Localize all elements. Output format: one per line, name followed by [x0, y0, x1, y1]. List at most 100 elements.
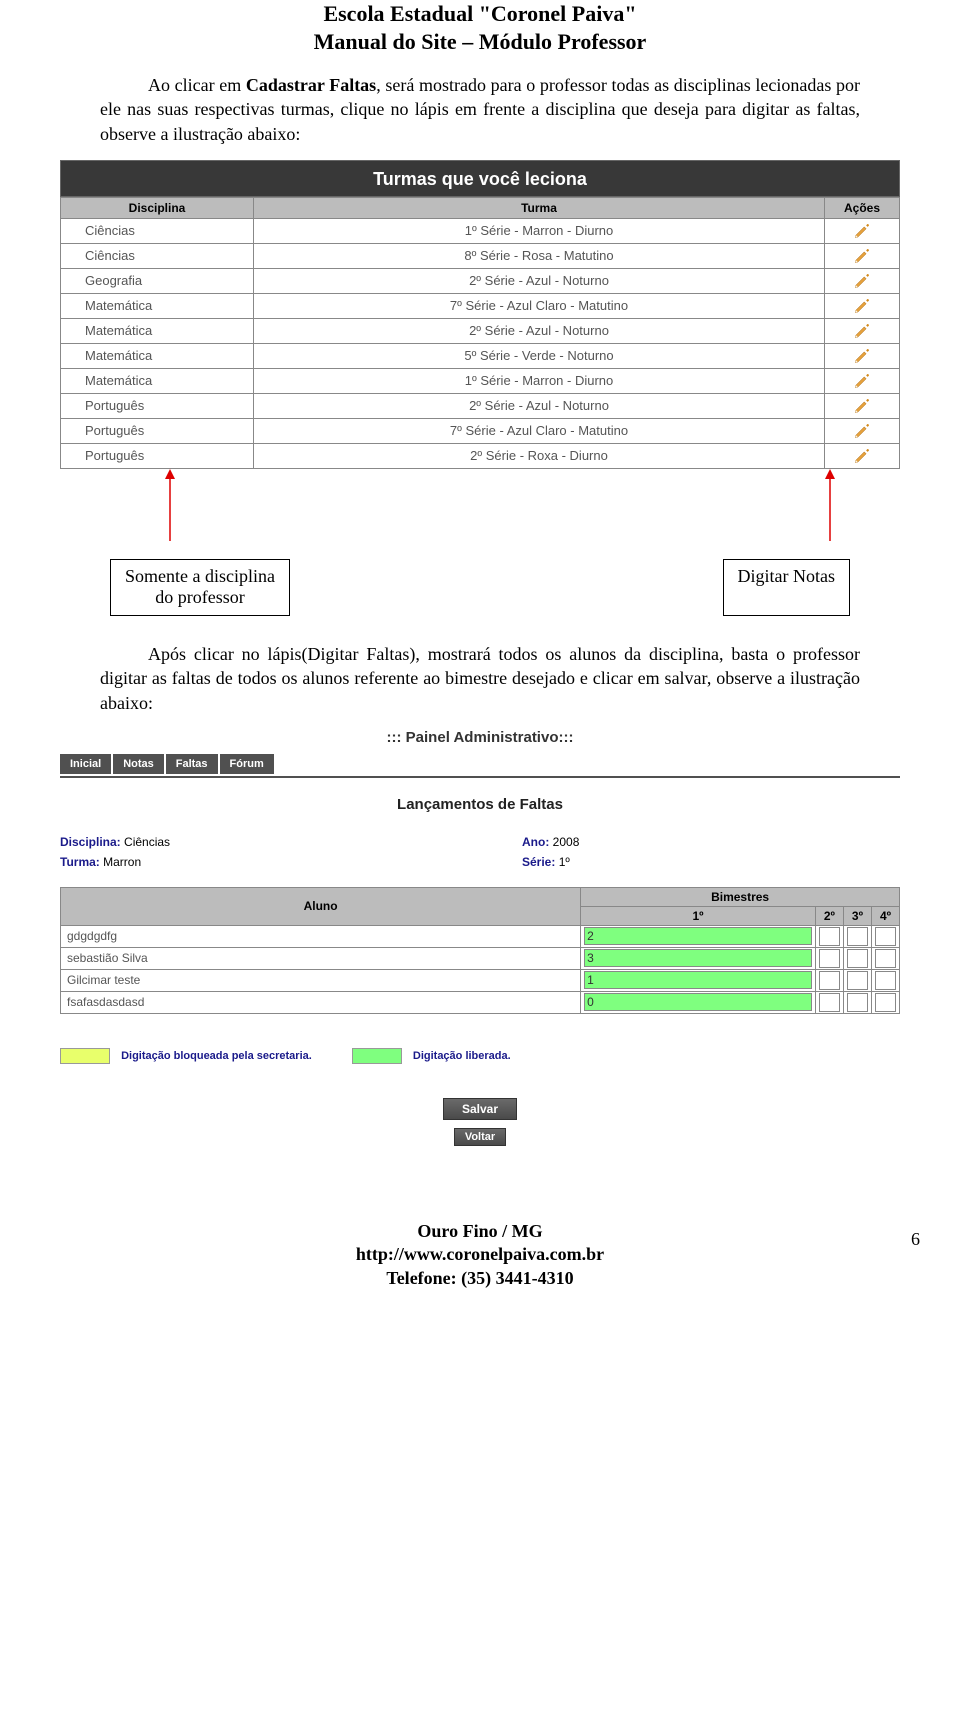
header-line2: Manual do Site – Módulo Professor	[100, 28, 860, 56]
faltas-b2-blocked	[819, 993, 840, 1012]
cell-turma: 2º Série - Azul - Noturno	[254, 318, 825, 343]
tab-forum[interactable]: Fórum	[220, 754, 274, 774]
faltas-b1-input[interactable]	[584, 927, 812, 945]
cell-aluno: Gilcimar teste	[61, 969, 581, 991]
cell-disciplina: Português	[61, 443, 254, 468]
cell-acao	[825, 268, 900, 293]
label-ano: Ano:	[522, 835, 549, 849]
col-turma: Turma	[254, 197, 825, 218]
faltas-b2-blocked	[819, 971, 840, 990]
cell-turma: 1º Série - Marron - Diurno	[254, 218, 825, 243]
table-row: Português2º Série - Roxa - Diurno	[61, 443, 900, 468]
tab-inicial[interactable]: Inicial	[60, 754, 111, 774]
cell-turma: 7º Série - Azul Claro - Matutino	[254, 418, 825, 443]
paragraph-1: Ao clicar em Cadastrar Faltas, será most…	[100, 73, 860, 146]
table-row: gdgdgdfg	[61, 925, 900, 947]
col-aluno: Aluno	[61, 887, 581, 925]
cell-aluno: gdgdgdfg	[61, 925, 581, 947]
faltas-b1-input[interactable]	[584, 993, 812, 1011]
table-row: sebastião Silva	[61, 947, 900, 969]
callout-disciplina: Somente a disciplina do professor	[110, 559, 290, 616]
callout-digitar-notas: Digitar Notas	[723, 559, 850, 616]
faltas-b1-input[interactable]	[584, 971, 812, 989]
swatch-open-icon	[352, 1048, 402, 1064]
header-line1: Escola Estadual "Coronel Paiva"	[100, 0, 860, 28]
turmas-table-container: Turmas que você leciona Disciplina Turma…	[60, 160, 900, 469]
tab-notas[interactable]: Notas	[113, 754, 164, 774]
cell-acao	[825, 418, 900, 443]
pencil-icon[interactable]	[853, 447, 871, 465]
cell-disciplina: Português	[61, 418, 254, 443]
section-title: Lançamentos de Faltas	[60, 796, 900, 813]
admin-panel: ::: Painel Administrativo::: Inicial Not…	[60, 729, 900, 1150]
pencil-icon[interactable]	[853, 297, 871, 315]
cell-acao	[825, 368, 900, 393]
table-row: Matemática1º Série - Marron - Diurno	[61, 368, 900, 393]
pencil-icon[interactable]	[853, 322, 871, 340]
col-b3: 3º	[843, 906, 871, 925]
pencil-icon[interactable]	[853, 347, 871, 365]
cell-acao	[825, 293, 900, 318]
col-disciplina: Disciplina	[61, 197, 254, 218]
faltas-b4-blocked	[875, 927, 896, 946]
cell-acao	[825, 243, 900, 268]
cell-aluno: fsafasdasdasd	[61, 991, 581, 1013]
table-row: Matemática5º Série - Verde - Noturno	[61, 343, 900, 368]
cell-disciplina: Ciências	[61, 243, 254, 268]
footer-line1: Ouro Fino / MG	[100, 1220, 860, 1243]
save-button[interactable]: Salvar	[443, 1098, 517, 1120]
table-row: Ciências8º Série - Rosa - Matutino	[61, 243, 900, 268]
faltas-b3-blocked	[847, 949, 868, 968]
cell-turma: 8º Série - Rosa - Matutino	[254, 243, 825, 268]
turmas-table-title: Turmas que você leciona	[60, 160, 900, 197]
footer-line2: http://www.coronelpaiva.com.br	[100, 1243, 860, 1266]
legend-open: Digitação liberada.	[413, 1050, 511, 1062]
faltas-b3-blocked	[847, 993, 868, 1012]
pencil-icon[interactable]	[853, 397, 871, 415]
table-row: Português2º Série - Azul - Noturno	[61, 393, 900, 418]
pencil-icon[interactable]	[853, 222, 871, 240]
faltas-b4-blocked	[875, 971, 896, 990]
cell-turma: 5º Série - Verde - Noturno	[254, 343, 825, 368]
table-row: fsafasdasdasd	[61, 991, 900, 1013]
page-number: 6	[911, 1228, 920, 1251]
back-button[interactable]: Voltar	[454, 1128, 506, 1146]
cell-turma: 1º Série - Marron - Diurno	[254, 368, 825, 393]
cell-aluno: sebastião Silva	[61, 947, 581, 969]
value-disciplina: Ciências	[124, 835, 170, 849]
table-row: Matemática2º Série - Azul - Noturno	[61, 318, 900, 343]
table-row: Gilcimar teste	[61, 969, 900, 991]
faltas-b4-blocked	[875, 949, 896, 968]
faltas-b3-blocked	[847, 971, 868, 990]
cell-disciplina: Português	[61, 393, 254, 418]
value-turma: Marron	[103, 855, 141, 869]
table-row: Ciências1º Série - Marron - Diurno	[61, 218, 900, 243]
cell-turma: 2º Série - Roxa - Diurno	[254, 443, 825, 468]
col-b1: 1º	[581, 906, 816, 925]
faltas-b3-blocked	[847, 927, 868, 946]
legend-blocked: Digitação bloqueada pela secretaria.	[121, 1050, 312, 1062]
pencil-icon[interactable]	[853, 247, 871, 265]
tab-faltas[interactable]: Faltas	[166, 754, 218, 774]
cell-disciplina: Matemática	[61, 368, 254, 393]
col-acoes: Ações	[825, 197, 900, 218]
legend: Digitação bloqueada pela secretaria. Dig…	[60, 1048, 900, 1064]
pencil-icon[interactable]	[853, 372, 871, 390]
cell-disciplina: Geografia	[61, 268, 254, 293]
cell-disciplina: Ciências	[61, 218, 254, 243]
pencil-icon[interactable]	[853, 422, 871, 440]
cell-turma: 2º Série - Azul - Noturno	[254, 268, 825, 293]
col-b4: 4º	[871, 906, 899, 925]
cell-turma: 7º Série - Azul Claro - Matutino	[254, 293, 825, 318]
pencil-icon[interactable]	[853, 272, 871, 290]
swatch-blocked-icon	[60, 1048, 110, 1064]
faltas-b1-input[interactable]	[584, 949, 812, 967]
value-serie: 1º	[559, 855, 570, 869]
table-row: Português7º Série - Azul Claro - Matutin…	[61, 418, 900, 443]
cell-acao	[825, 318, 900, 343]
col-bimestres: Bimestres	[581, 887, 900, 906]
label-disciplina: Disciplina:	[60, 835, 121, 849]
label-turma: Turma:	[60, 855, 100, 869]
col-b2: 2º	[815, 906, 843, 925]
cell-acao	[825, 393, 900, 418]
